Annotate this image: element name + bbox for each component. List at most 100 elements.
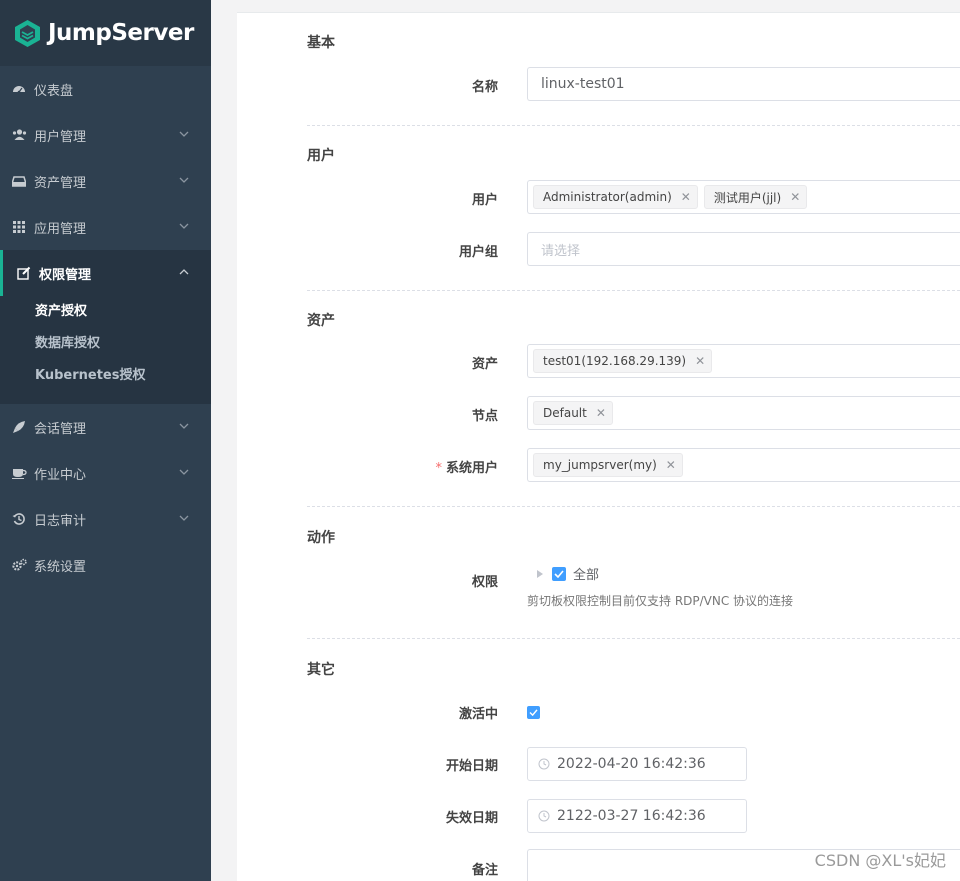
name-value: linux-test01 — [541, 76, 625, 92]
sidebar-item-users[interactable]: 用户管理 — [0, 112, 211, 158]
chevron-down-icon — [179, 469, 189, 475]
sidebar-item-dashboard[interactable]: 仪表盘 — [0, 66, 211, 112]
submenu-item-database-permission[interactable]: 数据库授权 — [0, 328, 211, 360]
sidebar-item-label: 资产管理 — [34, 175, 87, 191]
checkmark-icon — [554, 569, 564, 578]
sidebar: JumpServer 仪表盘 用户管理 资产管理 应用管理 权限管理 资产授权 … — [0, 0, 211, 881]
sidebar-item-label: 仪表盘 — [34, 83, 74, 99]
section-title-basic: 基本 — [307, 35, 335, 51]
grid-icon — [11, 219, 27, 235]
start-date-input[interactable]: 2022-04-20 16:42:36 — [527, 747, 747, 781]
system-user-tag: my_jumpsrver(my) ✕ — [533, 453, 683, 477]
node-tag: Default ✕ — [533, 401, 613, 425]
required-asterisk: * — [435, 461, 442, 476]
sidebar-item-settings[interactable]: 系统设置 — [0, 542, 211, 588]
sidebar-item-label: 作业中心 — [34, 467, 87, 483]
clock-icon — [538, 810, 550, 822]
chevron-down-icon — [179, 423, 189, 429]
user-tag: 测试用户(jjl) ✕ — [703, 185, 808, 209]
sidebar-item-label: 应用管理 — [34, 221, 87, 237]
assets-label: 资产 — [471, 357, 498, 372]
users-select[interactable]: Administrator(admin) ✕ 测试用户(jjl) ✕ — [527, 180, 960, 214]
permission-tree: 全部 — [537, 564, 599, 583]
tag-label: Administrator(admin) — [543, 190, 672, 204]
permissions-label: 权限 — [471, 575, 498, 590]
sidebar-item-jobs[interactable]: 作业中心 — [0, 450, 211, 496]
sidebar-item-permissions[interactable]: 权限管理 — [0, 250, 211, 296]
sidebar-item-label: 权限管理 — [39, 267, 92, 283]
user-groups-placeholder: 请选择 — [541, 243, 581, 259]
checkmark-icon — [529, 709, 538, 716]
expire-date-input[interactable]: 2122-03-27 16:42:36 — [527, 799, 747, 833]
close-icon[interactable]: ✕ — [596, 406, 606, 420]
close-icon[interactable]: ✕ — [790, 190, 800, 204]
section-title-action: 动作 — [307, 530, 335, 546]
jumpserver-logo-icon — [15, 19, 40, 47]
sidebar-item-audits[interactable]: 日志审计 — [0, 496, 211, 542]
chevron-up-icon — [179, 269, 189, 275]
section-divider — [307, 290, 960, 291]
section-divider — [307, 506, 960, 507]
submenu-item-kubernetes-permission[interactable]: Kubernetes授权 — [0, 360, 211, 392]
active-label: 激活中 — [458, 707, 498, 722]
history-icon — [11, 511, 27, 527]
expire-date-value: 2122-03-27 16:42:36 — [557, 808, 706, 824]
sidebar-item-label: 系统设置 — [34, 559, 87, 575]
users-icon — [11, 127, 27, 143]
permissions-submenu: 资产授权 数据库授权 Kubernetes授权 — [0, 296, 211, 404]
sidebar-item-apps[interactable]: 应用管理 — [0, 204, 211, 250]
clock-icon — [538, 758, 550, 770]
sidebar-item-assets[interactable]: 资产管理 — [0, 158, 211, 204]
submenu-item-asset-permission[interactable]: 资产授权 — [0, 296, 211, 328]
gears-icon — [11, 557, 27, 573]
system-users-select[interactable]: my_jumpsrver(my) ✕ — [527, 448, 960, 482]
comment-label: 备注 — [471, 863, 498, 878]
caret-right-icon[interactable] — [537, 569, 543, 578]
edit-icon — [16, 265, 32, 281]
coffee-icon — [11, 465, 27, 481]
nodes-select[interactable]: Default ✕ — [527, 396, 960, 430]
chevron-down-icon — [179, 515, 189, 521]
logo[interactable]: JumpServer — [0, 0, 211, 66]
close-icon[interactable]: ✕ — [695, 354, 705, 368]
name-label: 名称 — [471, 80, 498, 95]
sidebar-menu: 仪表盘 用户管理 资产管理 应用管理 权限管理 — [0, 66, 211, 296]
active-checkbox[interactable] — [527, 706, 540, 719]
user-groups-label: 用户组 — [458, 245, 498, 260]
section-title-asset: 资产 — [307, 313, 335, 329]
user-groups-select[interactable]: 请选择 — [527, 232, 960, 266]
chevron-down-icon — [179, 177, 189, 183]
name-input[interactable]: linux-test01 — [527, 67, 960, 101]
sidebar-item-label: 日志审计 — [34, 513, 87, 529]
close-icon[interactable]: ✕ — [681, 190, 691, 204]
tag-label: my_jumpsrver(my) — [543, 458, 657, 472]
section-title-other: 其它 — [307, 662, 335, 678]
close-icon[interactable]: ✕ — [666, 458, 676, 472]
sidebar-item-sessions[interactable]: 会话管理 — [0, 404, 211, 450]
tag-label: test01(192.168.29.139) — [543, 354, 687, 368]
permission-hint: 剪切板权限控制目前仅支持 RDP/VNC 协议的连接 — [527, 594, 794, 608]
sidebar-menu-lower: 会话管理 作业中心 日志审计 系统设置 — [0, 404, 211, 588]
expire-date-label: 失效日期 — [445, 811, 498, 826]
start-date-value: 2022-04-20 16:42:36 — [557, 756, 706, 772]
tag-label: 测试用户(jjl) — [713, 190, 782, 205]
section-title-user: 用户 — [307, 148, 335, 164]
sidebar-item-label: 用户管理 — [34, 129, 87, 145]
assets-select[interactable]: test01(192.168.29.139) ✕ — [527, 344, 960, 378]
dashboard-icon — [11, 81, 27, 97]
inbox-icon — [11, 173, 27, 189]
asset-tag: test01(192.168.29.139) ✕ — [533, 349, 713, 373]
tag-label: Default — [543, 406, 587, 420]
permission-all-checkbox[interactable] — [552, 566, 566, 581]
section-divider — [307, 125, 960, 126]
section-divider — [307, 638, 960, 639]
system-users-label: * 系统用户 — [237, 457, 498, 476]
watermark: CSDN @XL's妃妃 — [814, 851, 946, 870]
app-name: JumpServer — [48, 20, 194, 46]
sidebar-item-label: 会话管理 — [34, 421, 87, 437]
user-tag: Administrator(admin) ✕ — [533, 185, 698, 209]
nodes-label: 节点 — [471, 409, 498, 424]
system-users-label-text: 系统用户 — [445, 461, 498, 476]
chevron-down-icon — [179, 223, 189, 229]
rocket-icon — [11, 419, 27, 435]
